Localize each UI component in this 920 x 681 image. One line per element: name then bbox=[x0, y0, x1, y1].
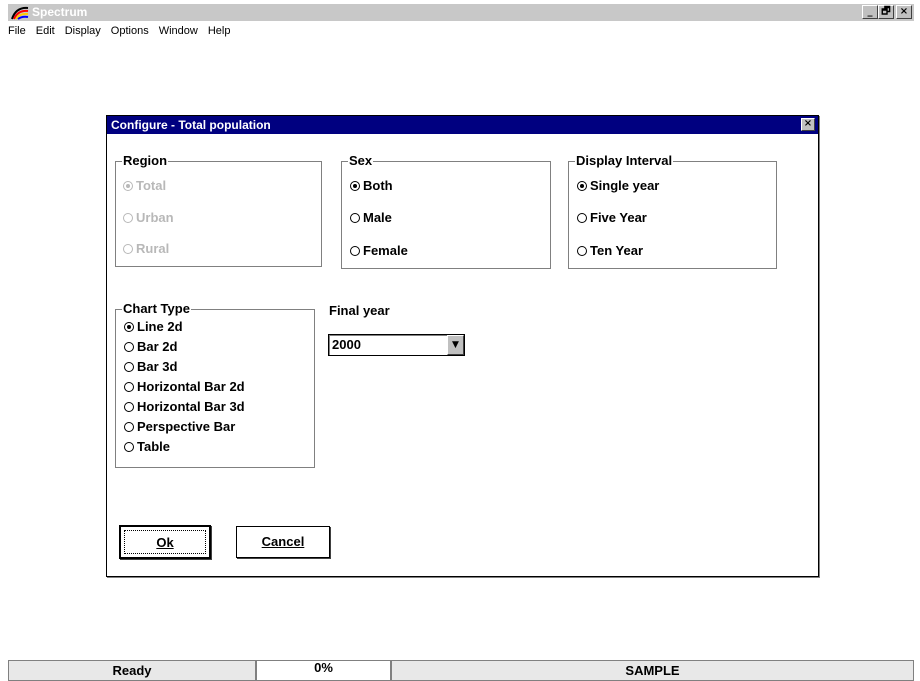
menu-edit[interactable]: Edit bbox=[31, 22, 60, 40]
radio-sex-female[interactable]: Female bbox=[350, 243, 408, 258]
final-year-label: Final year bbox=[329, 303, 390, 318]
radio-dot bbox=[123, 180, 133, 191]
spectrum-logo-icon bbox=[11, 6, 29, 20]
sex-legend: Sex bbox=[349, 153, 373, 168]
radio-label: Five Year bbox=[590, 210, 647, 225]
radio-chart-line-2d[interactable]: Line 2d bbox=[124, 319, 183, 334]
radio-label: Total bbox=[136, 178, 167, 193]
radio-label: Male bbox=[363, 210, 392, 225]
title-bar: Spectrum _ 🗗 × bbox=[8, 4, 914, 21]
radio-dot bbox=[350, 212, 360, 223]
dialog-title-bar: Configure - Total population × bbox=[107, 116, 818, 134]
radio-label: Table bbox=[137, 439, 170, 454]
status-mode: SAMPLE bbox=[391, 660, 914, 681]
menu-bar: File Edit Display Options Window Help bbox=[8, 22, 235, 40]
ok-button[interactable]: Ok bbox=[119, 525, 211, 559]
radio-dot bbox=[350, 245, 360, 256]
radio-dot bbox=[124, 421, 134, 432]
final-year-select[interactable]: 2000 ▼ bbox=[328, 334, 465, 356]
radio-label: Both bbox=[363, 178, 393, 193]
radio-dot bbox=[124, 381, 134, 392]
status-progress: 0% bbox=[256, 660, 391, 681]
radio-label: Bar 3d bbox=[137, 359, 178, 374]
radio-dot bbox=[577, 245, 587, 256]
radio-dot bbox=[124, 441, 134, 452]
radio-sex-male[interactable]: Male bbox=[350, 210, 392, 225]
radio-label: Line 2d bbox=[137, 319, 183, 334]
radio-label: Horizontal Bar 2d bbox=[137, 379, 245, 394]
radio-label: Single year bbox=[590, 178, 660, 193]
menu-options[interactable]: Options bbox=[106, 22, 154, 40]
radio-interval-ten-year[interactable]: Ten Year bbox=[577, 243, 643, 258]
status-bar: Ready 0% SAMPLE bbox=[8, 660, 914, 681]
radio-dot bbox=[123, 243, 133, 254]
radio-interval-five-year[interactable]: Five Year bbox=[577, 210, 647, 225]
menu-file[interactable]: File bbox=[8, 22, 31, 40]
display-interval-legend: Display Interval bbox=[576, 153, 673, 168]
radio-label: Perspective Bar bbox=[137, 419, 236, 434]
radio-dot bbox=[577, 212, 587, 223]
cancel-label: Cancel bbox=[261, 534, 305, 549]
radio-dot bbox=[123, 212, 133, 223]
dialog-close-button[interactable]: × bbox=[801, 118, 815, 131]
radio-chart-table[interactable]: Table bbox=[124, 439, 170, 454]
radio-dot bbox=[124, 401, 134, 412]
radio-chart-perspective-bar[interactable]: Perspective Bar bbox=[124, 419, 235, 434]
radio-label: Female bbox=[363, 243, 408, 258]
window-controls: _ 🗗 × bbox=[862, 5, 912, 19]
radio-region-rural[interactable]: Rural bbox=[123, 241, 169, 256]
radio-dot bbox=[124, 341, 134, 352]
restore-button[interactable]: 🗗 bbox=[878, 5, 894, 19]
window-title: Spectrum bbox=[32, 5, 88, 19]
radio-label: Ten Year bbox=[590, 243, 643, 258]
radio-chart-bar-3d[interactable]: Bar 3d bbox=[124, 359, 177, 374]
radio-interval-single-year[interactable]: Single year bbox=[577, 178, 659, 193]
menu-display[interactable]: Display bbox=[60, 22, 106, 40]
radio-label: Bar 2d bbox=[137, 339, 178, 354]
minimize-button[interactable]: _ bbox=[862, 5, 878, 19]
chevron-down-icon[interactable]: ▼ bbox=[447, 335, 464, 355]
chart-type-legend: Chart Type bbox=[123, 301, 190, 316]
radio-chart-bar-2d[interactable]: Bar 2d bbox=[124, 339, 177, 354]
status-message: Ready bbox=[8, 660, 256, 681]
radio-label: Urban bbox=[136, 210, 174, 225]
radio-label: Rural bbox=[136, 241, 170, 256]
menu-window[interactable]: Window bbox=[154, 22, 203, 40]
close-window-button[interactable]: × bbox=[896, 5, 912, 19]
configure-dialog: Configure - Total population × Region To… bbox=[106, 115, 819, 577]
radio-dot bbox=[577, 180, 587, 191]
final-year-value: 2000 bbox=[332, 337, 361, 352]
radio-chart-horizontal-bar-2d[interactable]: Horizontal Bar 2d bbox=[124, 379, 245, 394]
radio-region-urban[interactable]: Urban bbox=[123, 210, 174, 225]
radio-dot bbox=[124, 361, 134, 372]
radio-dot bbox=[124, 321, 134, 332]
radio-region-total[interactable]: Total bbox=[123, 178, 166, 193]
dialog-title: Configure - Total population bbox=[111, 118, 271, 132]
radio-dot bbox=[350, 180, 360, 191]
cancel-button[interactable]: Cancel bbox=[236, 526, 330, 558]
menu-help[interactable]: Help bbox=[203, 22, 236, 40]
region-legend: Region bbox=[123, 153, 168, 168]
ok-focus-rect: Ok bbox=[124, 530, 206, 554]
radio-sex-both[interactable]: Both bbox=[350, 178, 393, 193]
ok-label: Ok bbox=[156, 535, 174, 550]
radio-label: Horizontal Bar 3d bbox=[137, 399, 245, 414]
radio-chart-horizontal-bar-3d[interactable]: Horizontal Bar 3d bbox=[124, 399, 245, 414]
